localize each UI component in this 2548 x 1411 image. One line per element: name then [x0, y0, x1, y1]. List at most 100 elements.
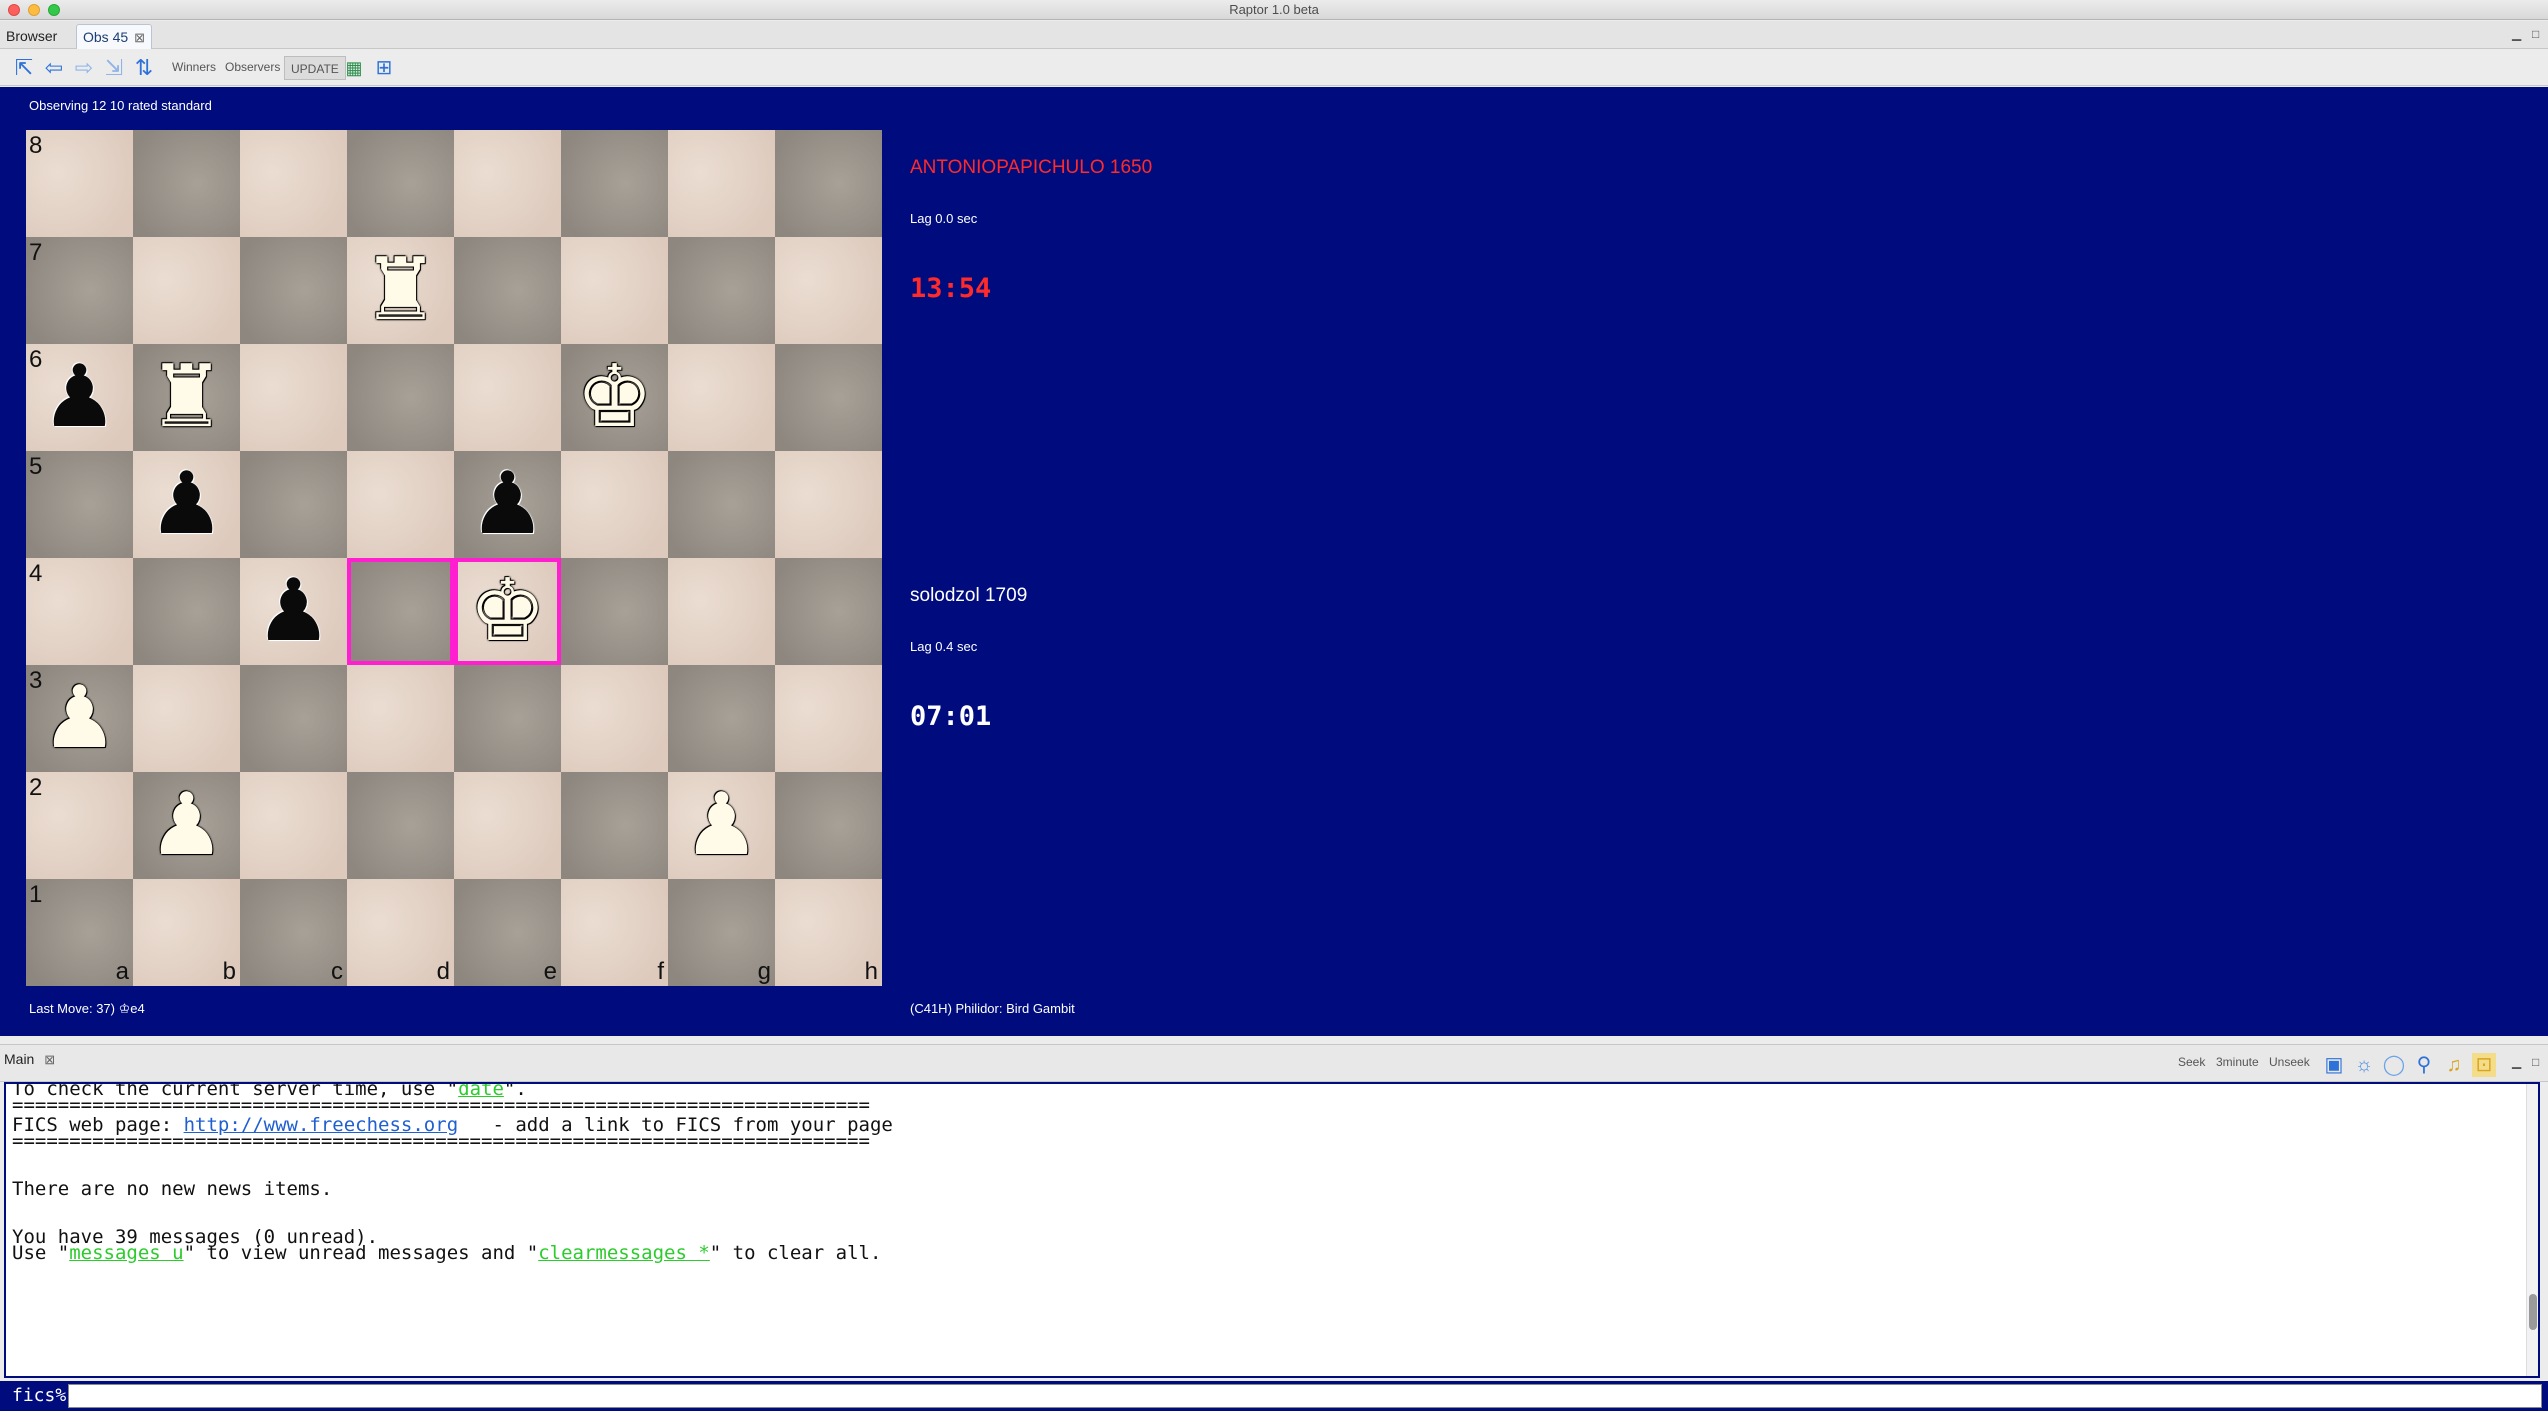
chess-board[interactable]: 8 7 ♜ 6 ♟ ♜ ♚ 5 ♟ ♟ 4 ♟ ♚ 3 ♟ 2 ♟ ♟ 1 a b c d e f g h — [26, 130, 882, 986]
square-e1[interactable]: e — [454, 879, 561, 986]
black-pawn-e5[interactable]: ♟ — [454, 451, 561, 558]
square-b2[interactable]: ♟ — [133, 772, 240, 879]
save-icon[interactable]: ▣ — [2322, 1053, 2346, 1077]
white-rook-b6[interactable]: ♜ — [133, 344, 240, 451]
close-tab-icon[interactable]: ⊠ — [134, 25, 145, 50]
white-pawn-a3[interactable]: ♟ — [26, 665, 133, 772]
square-e2[interactable] — [454, 772, 561, 879]
minimize-view-icon[interactable]: ▁ — [2512, 27, 2521, 41]
square-h8[interactable] — [775, 130, 882, 237]
square-d6[interactable] — [347, 344, 454, 451]
lightbulb-icon[interactable]: ☼ — [2352, 1053, 2376, 1077]
square-b1[interactable]: b — [133, 879, 240, 986]
square-c5[interactable] — [240, 451, 347, 558]
square-h3[interactable] — [775, 665, 882, 772]
square-b6[interactable]: ♜ — [133, 344, 240, 451]
square-h7[interactable] — [775, 237, 882, 344]
3minute-button[interactable]: 3minute — [2216, 1055, 2259, 1069]
square-a8[interactable]: 8 — [26, 130, 133, 237]
square-h4[interactable] — [775, 558, 882, 665]
square-a2[interactable]: 2 — [26, 772, 133, 879]
forward-icon[interactable]: ⇨ — [72, 56, 96, 80]
square-c7[interactable] — [240, 237, 347, 344]
calculator-icon[interactable]: ▦ — [342, 56, 366, 80]
square-c6[interactable] — [240, 344, 347, 451]
unseek-button[interactable]: Unseek — [2269, 1055, 2310, 1069]
square-f4[interactable] — [561, 558, 668, 665]
grid-icon[interactable]: ⊞ — [372, 56, 396, 80]
square-f7[interactable] — [561, 237, 668, 344]
tab-browser[interactable]: Browser — [0, 24, 63, 49]
sound-icon[interactable]: ♫ — [2442, 1053, 2466, 1077]
square-g2[interactable]: ♟ — [668, 772, 775, 879]
square-c8[interactable] — [240, 130, 347, 237]
square-g6[interactable] — [668, 344, 775, 451]
black-pawn-c4[interactable]: ♟ — [240, 558, 347, 665]
console-output[interactable]: To check the current server time, use "d… — [4, 1082, 2540, 1378]
square-d4[interactable] — [347, 558, 454, 665]
square-b3[interactable] — [133, 665, 240, 772]
square-f2[interactable] — [561, 772, 668, 879]
square-e6[interactable] — [454, 344, 561, 451]
square-e3[interactable] — [454, 665, 561, 772]
white-pawn-g2[interactable]: ♟ — [668, 772, 775, 879]
square-b5[interactable]: ♟ — [133, 451, 240, 558]
square-a6[interactable]: 6 ♟ — [26, 344, 133, 451]
square-f5[interactable] — [561, 451, 668, 558]
update-button[interactable]: UPDATE — [284, 56, 346, 80]
square-c1[interactable]: c — [240, 879, 347, 986]
maximize-view-icon[interactable]: □ — [2532, 27, 2539, 41]
square-d3[interactable] — [347, 665, 454, 772]
tab-main[interactable]: Main ⊠ — [0, 1051, 59, 1068]
square-g4[interactable] — [668, 558, 775, 665]
square-f1[interactable]: f — [561, 879, 668, 986]
square-g5[interactable] — [668, 451, 775, 558]
close-main-tab-icon[interactable]: ⊠ — [44, 1052, 55, 1068]
white-pawn-b2[interactable]: ♟ — [133, 772, 240, 879]
square-d8[interactable] — [347, 130, 454, 237]
black-pawn-b5[interactable]: ♟ — [133, 451, 240, 558]
tab-obs-45[interactable]: Obs 45 ⊠ — [76, 24, 153, 50]
observers-button[interactable]: Observers — [225, 60, 280, 74]
maximize-main-icon[interactable]: □ — [2532, 1055, 2539, 1069]
square-a7[interactable]: 7 — [26, 237, 133, 344]
square-a3[interactable]: 3 ♟ — [26, 665, 133, 772]
square-d5[interactable] — [347, 451, 454, 558]
square-h5[interactable] — [775, 451, 882, 558]
square-d2[interactable] — [347, 772, 454, 879]
speech-bubble-icon[interactable]: ◯ — [2382, 1053, 2406, 1077]
back-icon[interactable]: ⇦ — [42, 56, 66, 80]
square-c3[interactable] — [240, 665, 347, 772]
white-king-f6[interactable]: ♚ — [561, 344, 668, 451]
square-b8[interactable] — [133, 130, 240, 237]
command-input[interactable] — [68, 1384, 2542, 1408]
first-move-icon[interactable]: ⇱ — [12, 56, 36, 80]
flip-board-icon[interactable]: ⇅ — [132, 56, 156, 80]
square-c4[interactable]: ♟ — [240, 558, 347, 665]
square-h2[interactable] — [775, 772, 882, 879]
square-g3[interactable] — [668, 665, 775, 772]
scrollbar-thumb[interactable] — [2529, 1294, 2537, 1330]
minimize-main-icon[interactable]: ▁ — [2512, 1055, 2521, 1069]
square-e5[interactable]: ♟ — [454, 451, 561, 558]
square-g7[interactable] — [668, 237, 775, 344]
clearmessages-link[interactable]: clearmessages * — [538, 1242, 710, 1264]
square-f3[interactable] — [561, 665, 668, 772]
square-h6[interactable] — [775, 344, 882, 451]
square-g8[interactable] — [668, 130, 775, 237]
search-icon[interactable]: ⚲ — [2412, 1053, 2436, 1077]
last-move-icon[interactable]: ⇲ — [102, 56, 126, 80]
square-b7[interactable] — [133, 237, 240, 344]
square-d7[interactable]: ♜ — [347, 237, 454, 344]
square-b4[interactable] — [133, 558, 240, 665]
square-f6[interactable]: ♚ — [561, 344, 668, 451]
square-e4[interactable]: ♚ — [454, 558, 561, 665]
lock-icon[interactable]: ⊡ — [2472, 1053, 2496, 1077]
square-a5[interactable]: 5 — [26, 451, 133, 558]
winners-button[interactable]: Winners — [172, 60, 216, 74]
square-g1[interactable]: g — [668, 879, 775, 986]
square-f8[interactable] — [561, 130, 668, 237]
messages-u-link[interactable]: messages u — [69, 1242, 183, 1264]
square-c2[interactable] — [240, 772, 347, 879]
square-d1[interactable]: d — [347, 879, 454, 986]
